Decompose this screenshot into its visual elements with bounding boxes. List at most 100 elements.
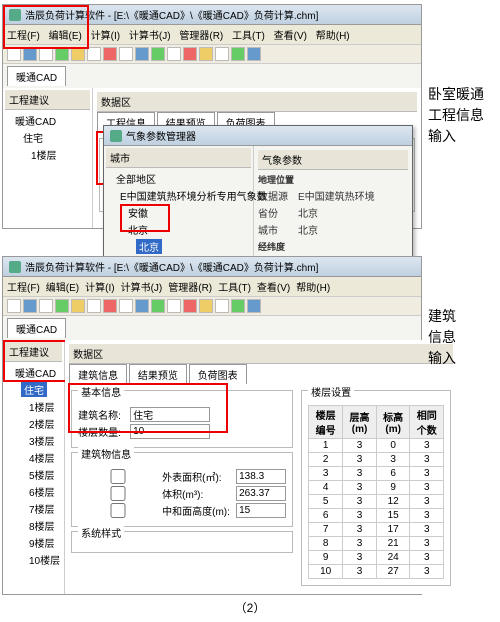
tree-floor[interactable]: 9楼层 <box>7 534 60 551</box>
table-row[interactable]: 1303 <box>309 439 444 453</box>
tool-btn[interactable] <box>103 47 117 61</box>
menu-view[interactable]: 查看(V) <box>257 283 290 294</box>
menu-tools[interactable]: 工具(T) <box>218 283 251 294</box>
tool-btn[interactable] <box>135 47 149 61</box>
tree-building[interactable]: 住宅 <box>7 129 88 146</box>
tool-btn[interactable] <box>7 47 21 61</box>
table-cell: 17 <box>376 523 410 537</box>
tool-btn[interactable] <box>23 47 37 61</box>
table-cell: 3 <box>343 439 377 453</box>
mid-check[interactable] <box>78 503 158 518</box>
menu-bar[interactable]: 工程(F) 编辑(E) 计算(I) 计算书(J) 管理器(R) 工具(T) 查看(V) 帮助(… <box>3 277 421 297</box>
dialog-title: 气象参数管理器 <box>126 128 196 143</box>
table-row[interactable]: 73173 <box>309 523 444 537</box>
menu-report[interactable]: 计算书(J) <box>129 31 171 42</box>
area-check[interactable] <box>78 469 158 484</box>
project-tree[interactable]: 暖通CAD 住宅 1楼层2楼层3楼层4楼层5楼层6楼层7楼层8楼层9楼层10楼层 <box>5 362 62 570</box>
tool-btn[interactable] <box>119 299 133 313</box>
table-cell: 7 <box>309 523 343 537</box>
area-input[interactable] <box>236 469 286 484</box>
tool-btn[interactable] <box>39 47 53 61</box>
tree-floor[interactable]: 10楼层 <box>7 551 60 568</box>
tree-root[interactable]: 暖通CAD <box>7 112 88 129</box>
menu-manager[interactable]: 管理器(R) <box>179 31 223 42</box>
table-row[interactable]: 53123 <box>309 495 444 509</box>
vol-input[interactable] <box>236 486 286 501</box>
menu-edit[interactable]: 编辑(E) <box>46 283 79 294</box>
table-row[interactable]: 83213 <box>309 537 444 551</box>
tool-btn[interactable] <box>39 299 53 313</box>
tool-btn[interactable] <box>199 47 213 61</box>
tree-floor[interactable]: 6楼层 <box>7 483 60 500</box>
window-titlebar: 浩辰负荷计算软件 - [E:\《暖通CAD》\《暖通CAD》负荷计算.chm] <box>3 257 421 277</box>
tool-btn[interactable] <box>215 47 229 61</box>
tree-floor[interactable]: 1楼层 <box>7 146 88 163</box>
tool-btn[interactable] <box>231 299 245 313</box>
tool-btn[interactable] <box>151 299 165 313</box>
tree-node[interactable]: 全部地区 <box>108 170 249 187</box>
tree-floor[interactable]: 5楼层 <box>7 466 60 483</box>
table-row[interactable]: 93243 <box>309 551 444 565</box>
tool-btn[interactable] <box>87 299 101 313</box>
tool-btn[interactable] <box>55 47 69 61</box>
group-floor-settings: 楼层设置 楼层编号 层高(m) 标高(m) 相同个数 1303233333634… <box>301 390 451 586</box>
table-row[interactable]: 3363 <box>309 467 444 481</box>
doc-tab[interactable]: 暖通CAD <box>7 318 66 338</box>
mid-input[interactable] <box>236 503 286 518</box>
tool-btn[interactable] <box>151 47 165 61</box>
table-row[interactable]: 2333 <box>309 453 444 467</box>
tree-floor[interactable]: 3楼层 <box>7 432 60 449</box>
tree-node[interactable]: E中国建筑热环境分析专用气象数 <box>108 187 249 204</box>
tree-floor[interactable]: 2楼层 <box>7 415 60 432</box>
tree-floor[interactable]: 1楼层 <box>7 398 60 415</box>
menu-calc[interactable]: 计算(I) <box>91 31 120 42</box>
menu-calc[interactable]: 计算(I) <box>85 283 114 294</box>
tool-btn[interactable] <box>71 299 85 313</box>
tool-btn[interactable] <box>23 299 37 313</box>
table-cell: 3 <box>410 439 444 453</box>
tree-floor[interactable]: 4楼层 <box>7 449 60 466</box>
table-cell: 24 <box>376 551 410 565</box>
menu-manager[interactable]: 管理器(R) <box>168 283 212 294</box>
project-tree[interactable]: 暖通CAD 住宅 1楼层 <box>5 110 90 165</box>
tab-building-info[interactable]: 建筑信息 <box>69 364 127 384</box>
tool-btn[interactable] <box>215 299 229 313</box>
doc-tab[interactable]: 暖通CAD <box>7 66 66 86</box>
tool-btn[interactable] <box>183 47 197 61</box>
table-row[interactable]: 103273 <box>309 565 444 579</box>
tool-btn[interactable] <box>7 299 21 313</box>
tool-btn[interactable] <box>135 299 149 313</box>
tool-btn[interactable] <box>199 299 213 313</box>
vol-check[interactable] <box>78 486 158 501</box>
tree-floor[interactable]: 8楼层 <box>7 517 60 534</box>
floor-table[interactable]: 楼层编号 层高(m) 标高(m) 相同个数 130323333363439353… <box>308 405 444 579</box>
menu-file[interactable]: 工程(F) <box>7 283 40 294</box>
tool-btn[interactable] <box>55 299 69 313</box>
tool-btn[interactable] <box>119 47 133 61</box>
tool-btn[interactable] <box>71 47 85 61</box>
table-row[interactable]: 63153 <box>309 509 444 523</box>
th-count: 相同个数 <box>410 406 444 439</box>
menu-report[interactable]: 计算书(J) <box>121 283 163 294</box>
tree-node-selected[interactable]: 北京 <box>108 238 249 255</box>
menu-tools[interactable]: 工具(T) <box>232 31 265 42</box>
tree-floor[interactable]: 7楼层 <box>7 500 60 517</box>
tool-btn[interactable] <box>247 299 261 313</box>
tool-btn[interactable] <box>103 299 117 313</box>
menu-help[interactable]: 帮助(H) <box>296 283 330 294</box>
tool-btn[interactable] <box>87 47 101 61</box>
tool-btn[interactable] <box>231 47 245 61</box>
table-row[interactable]: 4393 <box>309 481 444 495</box>
highlight-box <box>120 204 170 232</box>
tool-btn[interactable] <box>167 47 181 61</box>
coord-heading: 经纬度 <box>258 240 408 253</box>
tab-result[interactable]: 结果预览 <box>129 364 187 384</box>
tool-btn[interactable] <box>183 299 197 313</box>
tool-btn[interactable] <box>167 299 181 313</box>
menu-view[interactable]: 查看(V) <box>274 31 307 42</box>
callout-1: 卧室暖通 工程信息 输入 <box>428 84 484 147</box>
menu-help[interactable]: 帮助(H) <box>316 31 350 42</box>
tool-btn[interactable] <box>247 47 261 61</box>
tab-chart[interactable]: 负荷图表 <box>189 364 247 384</box>
tree-building-selected[interactable]: 住宅 <box>7 381 60 398</box>
